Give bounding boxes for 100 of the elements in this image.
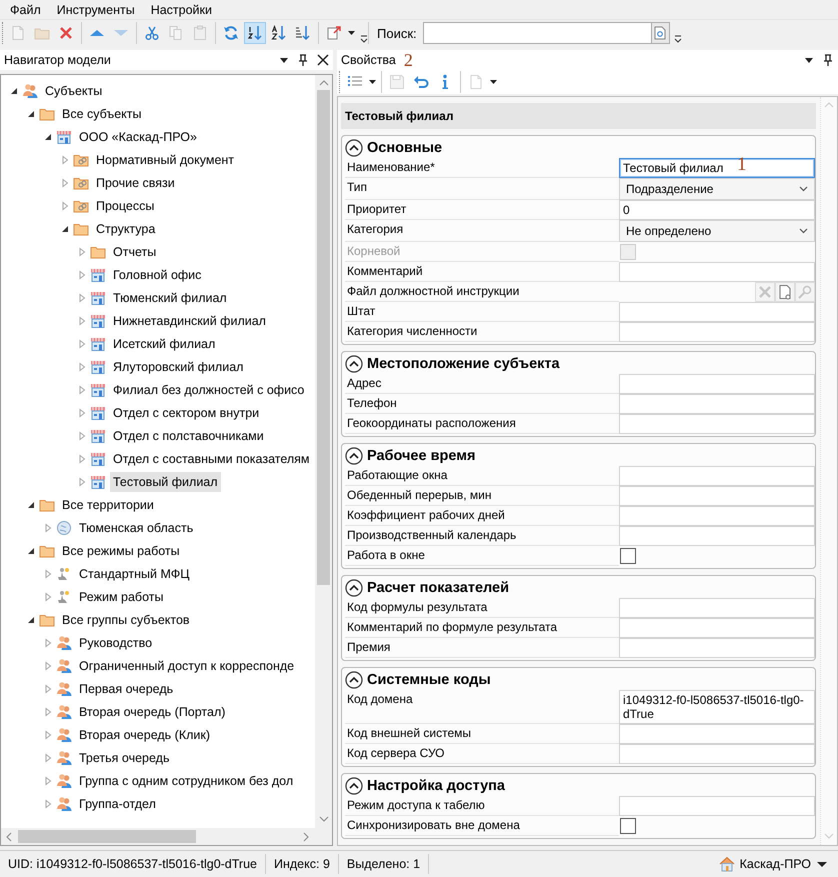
text-field[interactable]: [619, 302, 815, 322]
tree-item[interactable]: Вторая очередь (Портал): [76, 702, 228, 722]
tree-item[interactable]: Головной офис: [110, 264, 204, 284]
workspace-selector[interactable]: Каскад-ПРО: [740, 857, 811, 871]
tree-item[interactable]: Вторая очередь (Клик): [76, 724, 214, 744]
property-label: Адрес: [345, 374, 619, 394]
tree-item[interactable]: Первая очередь: [76, 678, 176, 698]
tree-item[interactable]: Все территории: [59, 494, 157, 514]
collapse-icon[interactable]: [345, 776, 363, 794]
dropdown[interactable]: Не определено: [619, 220, 815, 242]
tree-item[interactable]: Стандартный МФЦ: [76, 564, 192, 584]
tree-item[interactable]: Структура: [93, 218, 158, 238]
collapse-icon[interactable]: [345, 354, 363, 372]
search-button[interactable]: [650, 23, 669, 43]
text-field[interactable]: [619, 414, 815, 434]
pin-icon[interactable]: [297, 54, 309, 66]
globe-icon: [56, 520, 72, 536]
checkbox[interactable]: [620, 818, 636, 834]
expander-icon[interactable]: [26, 614, 35, 624]
tree-item[interactable]: Третья очередь: [76, 748, 172, 768]
tree-item[interactable]: Ограниченный доступ к корреспонде: [76, 656, 298, 676]
dropdown-icon[interactable]: [804, 56, 814, 64]
expander-icon[interactable]: [43, 132, 52, 142]
tree-item[interactable]: Все субъекты: [59, 104, 144, 124]
tree-item[interactable]: Ялуторовский филиал: [110, 356, 246, 376]
dropdown[interactable]: Подразделение: [619, 178, 815, 200]
search-field[interactable]: [422, 22, 670, 44]
tree-item[interactable]: Тюменский филиал: [110, 288, 230, 308]
scroll-down-icon[interactable]: [823, 832, 835, 841]
tree-item[interactable]: Процессы: [93, 196, 158, 216]
collapse-icon[interactable]: [345, 670, 363, 688]
tree-item[interactable]: Отчеты: [110, 242, 160, 262]
tree-item[interactable]: Все группы субъектов: [59, 610, 193, 630]
dropdown-icon[interactable]: [279, 56, 289, 64]
tree-item[interactable]: Отдел с сектором внутри: [110, 402, 262, 422]
object-title: Тестовый филиал: [341, 103, 816, 129]
pin-icon[interactable]: [822, 54, 834, 66]
tree-item[interactable]: Группа-отдел: [76, 794, 159, 814]
tree-item[interactable]: Нормативный документ: [93, 150, 238, 170]
tree-item[interactable]: Филиал без должностей с офисо: [110, 380, 308, 400]
text-field[interactable]: 0: [619, 200, 815, 220]
tree-item[interactable]: Руководство: [76, 632, 156, 652]
text-field[interactable]: [619, 486, 815, 506]
overflow-icon[interactable]: [674, 34, 682, 44]
collapse-icon[interactable]: [345, 578, 363, 596]
tree-item[interactable]: Все режимы работы: [59, 540, 183, 560]
tree-item[interactable]: Субъекты: [42, 80, 106, 100]
scroll-left-icon[interactable]: [5, 832, 14, 842]
text-field[interactable]: [619, 724, 815, 744]
new-file-icon: [10, 25, 26, 41]
text-field[interactable]: [619, 322, 815, 342]
collapse-icon[interactable]: [345, 446, 363, 464]
text-field[interactable]: [619, 598, 815, 618]
text-field[interactable]: [619, 618, 815, 638]
caret-icon[interactable]: [368, 78, 377, 86]
overflow-icon[interactable]: [360, 34, 368, 44]
checkbox[interactable]: [620, 548, 636, 564]
expander-icon[interactable]: [9, 86, 18, 96]
text-field[interactable]: i1049312-f0-l5086537-tl5016-tlg0-dTrue: [619, 690, 815, 724]
menu-item[interactable]: Настройки: [142, 2, 220, 16]
tree-item[interactable]: Отдел с полставочниками: [110, 426, 267, 446]
tree-item[interactable]: Отдел с составными показателям: [110, 448, 313, 468]
tree-item[interactable]: Тюменская область: [76, 518, 196, 538]
text-field[interactable]: [619, 466, 815, 486]
close-icon[interactable]: [317, 54, 329, 66]
scroll-down-icon[interactable]: [318, 815, 330, 824]
people-icon: [56, 726, 72, 742]
browse-button[interactable]: [775, 282, 795, 302]
expander-icon[interactable]: [26, 500, 35, 510]
scroll-up-icon[interactable]: [823, 101, 835, 110]
sort-button[interactable]: [244, 22, 266, 44]
group-title: Системные коды: [367, 672, 491, 688]
expander-icon[interactable]: [60, 224, 69, 234]
tree-item[interactable]: Нижнетавдинский филиал: [110, 310, 269, 330]
text-field[interactable]: [619, 394, 815, 414]
text-field[interactable]: [619, 526, 815, 546]
menu-item[interactable]: Файл: [2, 2, 49, 16]
tree-item[interactable]: Исетский филиал: [110, 334, 218, 354]
text-field[interactable]: [619, 262, 815, 282]
collapse-icon[interactable]: [345, 138, 363, 156]
tree-item[interactable]: Режим работы: [76, 586, 166, 606]
vertical-scrollbar[interactable]: [315, 75, 332, 828]
scroll-up-icon[interactable]: [318, 79, 330, 88]
caret-icon[interactable]: [347, 29, 356, 37]
scroll-right-icon[interactable]: [302, 832, 311, 842]
caret-icon[interactable]: [816, 860, 828, 868]
text-field[interactable]: [619, 744, 815, 764]
tree-item[interactable]: Прочие связи: [93, 172, 178, 192]
expander-icon[interactable]: [26, 108, 35, 118]
text-field[interactable]: [619, 374, 815, 394]
expander-icon[interactable]: [26, 546, 35, 556]
tree-item[interactable]: Группа с одним сотрудником без дол: [76, 770, 296, 790]
text-field[interactable]: [619, 506, 815, 526]
menu-item[interactable]: Инструменты: [48, 2, 143, 16]
tree-item[interactable]: ООО «Каскад-ПРО»: [76, 126, 200, 146]
property-label: Корневой: [345, 242, 619, 262]
text-field[interactable]: [619, 638, 815, 658]
people-icon: [56, 772, 72, 788]
tree-item[interactable]: Тестовый филиал: [110, 472, 221, 492]
text-field[interactable]: [619, 796, 815, 816]
